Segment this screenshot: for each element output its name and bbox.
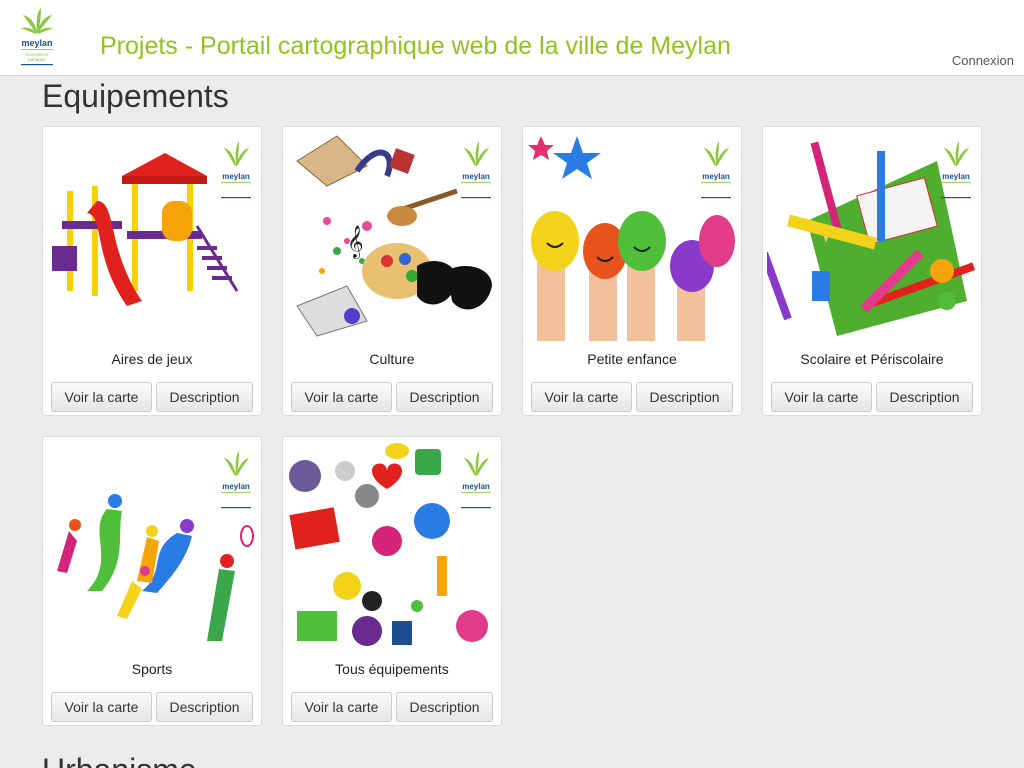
view-map-button[interactable]: Voir la carte — [771, 382, 872, 412]
meylan-mini-logo: meylan — [461, 141, 491, 199]
card-title: Aires de jeux — [111, 351, 193, 367]
description-button[interactable]: Description — [156, 382, 253, 412]
login-link[interactable]: Connexion — [952, 53, 1014, 68]
next-section-title: Urbanisme — [42, 752, 197, 768]
card-title: Sports — [131, 661, 173, 677]
view-map-button[interactable]: Voir la carte — [531, 382, 632, 412]
meylan-mini-logo: meylan — [701, 141, 731, 199]
project-card-culture: 𝄞 meylan Culture Voir la carte Descripti… — [282, 126, 502, 416]
project-card-sports: meylan Sports Voir la carte Description — [42, 436, 262, 726]
description-button[interactable]: Description — [156, 692, 253, 722]
meylan-mini-logo: meylan — [941, 141, 971, 199]
description-button[interactable]: Description — [876, 382, 973, 412]
svg-text:meylan: meylan — [462, 172, 490, 181]
svg-text:meylan: meylan — [702, 172, 730, 181]
project-card-petite-enfance: meylan Petite enfance Voir la carte Desc… — [522, 126, 742, 416]
card-title: Scolaire et Périscolaire — [800, 351, 944, 367]
description-button[interactable]: Description — [636, 382, 733, 412]
view-map-button[interactable]: Voir la carte — [51, 382, 152, 412]
project-card-tous-equipements: meylan Tous équipements Voir la carte De… — [282, 436, 502, 726]
view-map-button[interactable]: Voir la carte — [291, 692, 392, 722]
view-map-button[interactable]: Voir la carte — [51, 692, 152, 722]
meylan-mini-logo: meylan — [221, 141, 251, 199]
logo-wordmark: meylan — [21, 38, 52, 48]
description-button[interactable]: Description — [396, 382, 493, 412]
meylan-logo[interactable]: meylan l'excellence partagée — [15, 6, 59, 70]
svg-text:partagée: partagée — [28, 57, 46, 62]
meylan-mini-logo: meylan — [461, 451, 491, 509]
site-title: Projets - Portail cartographique web de … — [100, 32, 731, 60]
card-title: Tous équipements — [335, 661, 449, 677]
section-title: Equipements — [42, 78, 229, 114]
description-button[interactable]: Description — [396, 692, 493, 722]
top-header: meylan l'excellence partagée Projets - P… — [0, 0, 1024, 76]
card-title: Petite enfance — [587, 351, 677, 367]
card-title: Culture — [369, 351, 415, 367]
svg-text:meylan: meylan — [462, 482, 490, 491]
project-card-aires-de-jeux: meylan Aires de jeux Voir la carte Descr… — [42, 126, 262, 416]
project-card-scolaire: meylan Scolaire et Périscolaire Voir la … — [762, 126, 982, 416]
svg-text:meylan: meylan — [222, 482, 250, 491]
svg-text:meylan: meylan — [222, 172, 250, 181]
svg-text:𝄞: 𝄞 — [347, 226, 364, 259]
view-map-button[interactable]: Voir la carte — [291, 382, 392, 412]
svg-text:meylan: meylan — [942, 172, 970, 181]
meylan-mini-logo: meylan — [221, 451, 251, 509]
